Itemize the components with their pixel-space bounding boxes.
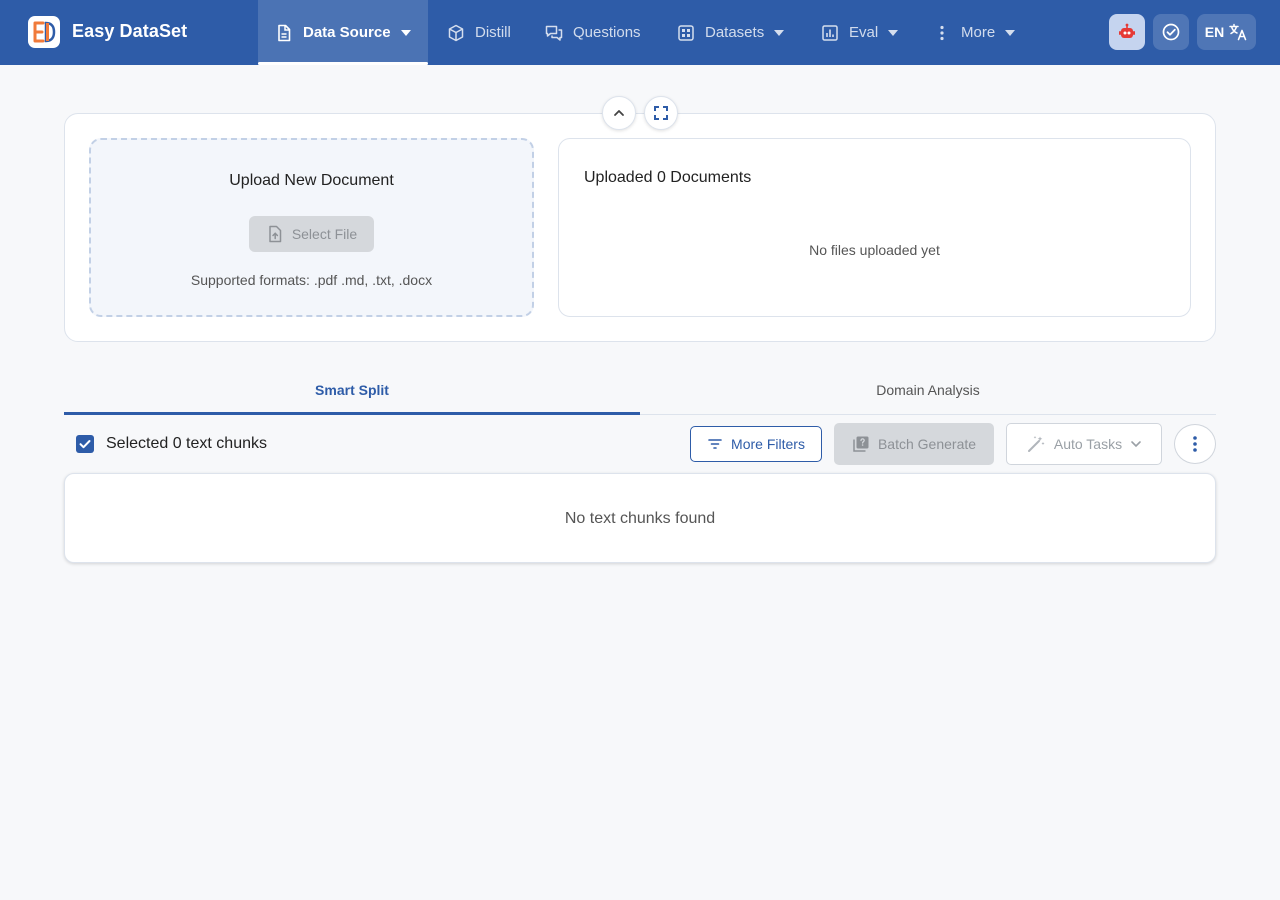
caret-down-icon — [400, 29, 411, 36]
tab-smart-split[interactable]: Smart Split — [64, 366, 640, 415]
app-brand-name[interactable]: Easy DataSet — [72, 21, 187, 42]
chat-icon — [545, 24, 563, 42]
nav-datasets[interactable]: Datasets — [677, 0, 785, 65]
selected-chunks-count: Selected 0 text chunks — [106, 435, 267, 452]
magic-wand-icon — [1027, 436, 1045, 452]
file-upload-icon — [269, 225, 282, 243]
grid-icon — [677, 24, 695, 42]
auto-tasks-button[interactable]: Auto Tasks — [1006, 423, 1162, 465]
language-switch-button[interactable]: EN — [1197, 14, 1256, 50]
select-all-checkbox[interactable] — [76, 435, 94, 453]
top-navigation-bar: Easy DataSet Data Source Distill Questio… — [0, 0, 1280, 65]
document-icon — [275, 24, 293, 42]
nav-more[interactable]: More — [933, 0, 1016, 65]
uploaded-documents-panel: Uploaded 0 Documents No files uploaded y… — [558, 138, 1191, 317]
fullscreen-icon — [654, 106, 668, 120]
nav-label: Questions — [573, 24, 641, 41]
more-filters-button[interactable]: More Filters — [690, 426, 822, 462]
nav-distill[interactable]: Distill — [447, 0, 511, 65]
content-tabs: Smart Split Domain Analysis — [64, 366, 1216, 415]
uploaded-documents-title: Uploaded 0 Documents — [584, 169, 752, 186]
upload-dropzone[interactable]: Upload New Document Select File Supporte… — [89, 138, 534, 317]
checkmark-icon — [79, 440, 91, 449]
question-stack-icon — [853, 436, 869, 452]
select-file-button[interactable]: Select File — [249, 216, 374, 252]
nav-data-source[interactable]: Data Source — [258, 0, 428, 65]
robot-icon — [1119, 23, 1135, 38]
nav-label: Data Source — [303, 24, 391, 41]
translate-icon — [1229, 23, 1247, 41]
app-logo[interactable] — [28, 16, 60, 48]
nav-label: More — [961, 24, 996, 41]
tab-domain-analysis[interactable]: Domain Analysis — [640, 366, 1216, 414]
nav-label: Eval — [849, 24, 879, 41]
auto-tasks-label: Auto Tasks — [1053, 436, 1123, 452]
upload-title: Upload New Document — [229, 172, 394, 189]
kebab-icon — [933, 24, 951, 42]
language-label: EN — [1204, 24, 1225, 40]
batch-generate-label: Batch Generate — [877, 436, 977, 452]
caret-down-icon — [888, 29, 899, 36]
model-select-button[interactable] — [1109, 14, 1145, 50]
task-status-button[interactable] — [1153, 14, 1189, 50]
chevron-up-icon — [614, 110, 624, 116]
collapse-panel-button[interactable] — [602, 96, 636, 130]
more-filters-label: More Filters — [731, 436, 805, 452]
check-circle-icon — [1162, 23, 1180, 41]
no-chunks-message: No text chunks found — [564, 510, 716, 527]
bar-chart-icon — [821, 24, 839, 42]
nav-label: Distill — [475, 24, 511, 41]
nav-questions[interactable]: Questions — [545, 0, 641, 65]
cube-icon — [447, 24, 465, 42]
chevron-down-icon — [1131, 441, 1141, 448]
nav-eval[interactable]: Eval — [821, 0, 899, 65]
caret-down-icon — [774, 29, 785, 36]
logo-icon — [33, 21, 56, 43]
batch-generate-button[interactable]: Batch Generate — [834, 423, 994, 465]
no-files-message: No files uploaded yet — [809, 242, 940, 258]
kebab-icon — [1193, 436, 1197, 452]
more-actions-button[interactable] — [1174, 424, 1216, 464]
select-file-label: Select File — [291, 226, 358, 242]
nav-label: Datasets — [705, 24, 765, 41]
supported-formats: Supported formats: .pdf .md, .txt, .docx — [190, 272, 433, 288]
fullscreen-button[interactable] — [644, 96, 678, 130]
filter-icon — [708, 439, 722, 449]
caret-down-icon — [1005, 29, 1016, 36]
text-chunks-list: No text chunks found — [64, 473, 1216, 563]
